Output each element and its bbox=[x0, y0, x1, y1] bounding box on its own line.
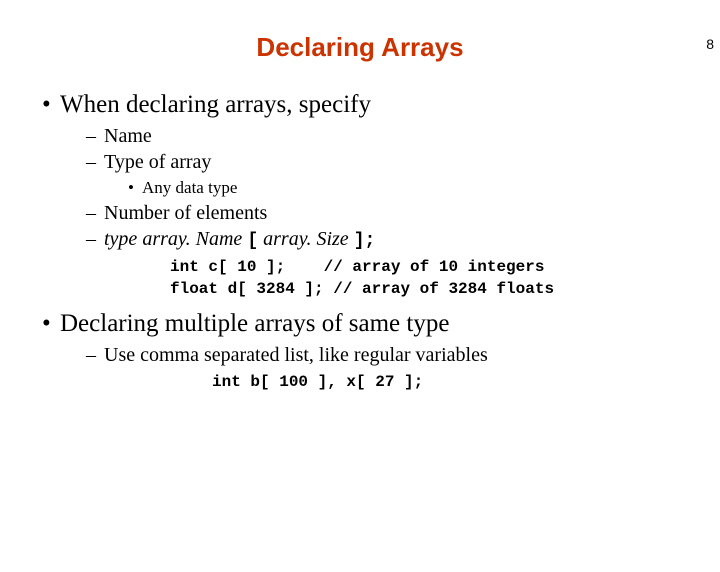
bullet-level2: –Name bbox=[86, 125, 690, 148]
bullet-level1: •Declaring multiple arrays of same type bbox=[42, 310, 690, 338]
syntax-open-bracket: [ bbox=[247, 231, 258, 251]
bullet-text: Declaring multiple arrays of same type bbox=[60, 310, 449, 337]
code-block: int c[ 10 ]; // array of 10 integers flo… bbox=[170, 257, 690, 300]
dash-icon: – bbox=[86, 344, 104, 367]
dash-icon: – bbox=[86, 125, 104, 148]
bullet-dot-icon: • bbox=[128, 178, 142, 198]
bullet-level3: •Any data type bbox=[128, 178, 690, 198]
syntax-close-bracket: ]; bbox=[354, 231, 376, 251]
dash-icon: – bbox=[86, 202, 104, 225]
syntax-type: type bbox=[104, 228, 137, 250]
bullet-level2-syntax: –type array. Name [ array. Size ]; bbox=[86, 228, 690, 251]
bullet-dot-icon: • bbox=[42, 91, 60, 119]
slide-content: •When declaring arrays, specify –Name –T… bbox=[42, 91, 690, 391]
dash-icon: – bbox=[86, 228, 104, 251]
bullet-level2: –Number of elements bbox=[86, 202, 690, 225]
bullet-text: When declaring arrays, specify bbox=[60, 91, 371, 118]
bullet-text: Use comma separated list, like regular v… bbox=[104, 344, 488, 366]
bullet-level2: –Use comma separated list, like regular … bbox=[86, 344, 690, 367]
syntax-arrname: array. Name bbox=[142, 228, 242, 250]
bullet-text: Name bbox=[104, 125, 152, 147]
syntax-size: array. Size bbox=[263, 228, 349, 250]
dash-icon: – bbox=[86, 151, 104, 174]
slide-title: Declaring Arrays bbox=[0, 32, 720, 63]
code-block: int b[ 100 ], x[ 27 ]; bbox=[212, 373, 690, 391]
code-line: float d[ 3284 ]; // array of 3284 floats bbox=[170, 280, 554, 298]
code-line: int b[ 100 ], x[ 27 ]; bbox=[212, 373, 423, 391]
bullet-level2: –Type of array bbox=[86, 151, 690, 174]
bullet-text: Number of elements bbox=[104, 202, 267, 224]
code-line: int c[ 10 ]; // array of 10 integers bbox=[170, 258, 544, 276]
bullet-dot-icon: • bbox=[42, 310, 60, 338]
page-number: 8 bbox=[706, 36, 714, 52]
bullet-text: Type of array bbox=[104, 151, 211, 173]
bullet-level1: •When declaring arrays, specify bbox=[42, 91, 690, 119]
bullet-text: Any data type bbox=[142, 178, 237, 197]
